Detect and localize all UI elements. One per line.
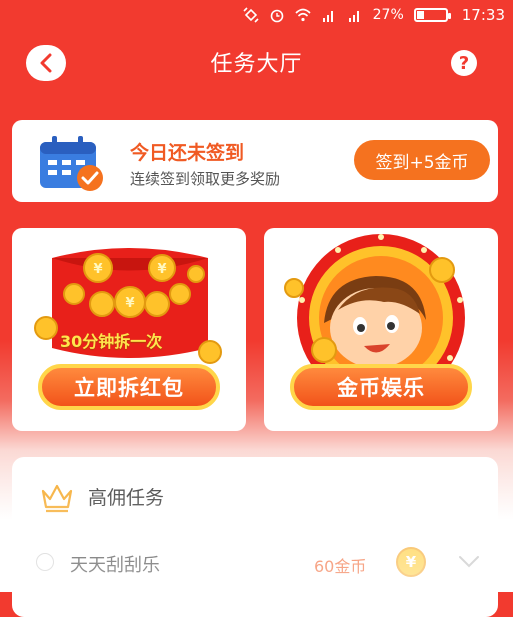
rotate-icon xyxy=(243,7,259,23)
open-red-envelope-button[interactable]: 立即拆红包 xyxy=(38,364,220,410)
svg-text:¥: ¥ xyxy=(93,262,102,277)
task-radio[interactable] xyxy=(36,553,54,571)
app-header: 任务大厅 ? xyxy=(0,30,513,94)
section-title: 高佣任务 xyxy=(88,487,165,509)
signal-icon xyxy=(322,11,333,22)
battery-icon xyxy=(413,8,451,22)
help-button[interactable]: ? xyxy=(451,50,477,76)
chevron-down-icon[interactable] xyxy=(458,555,480,569)
task-row[interactable]: 天天刮刮乐 60金币 ¥ xyxy=(12,543,498,583)
signin-subtitle: 连续签到领取更多奖励 xyxy=(130,170,281,188)
signal-icon xyxy=(348,11,359,22)
clock: 17:33 xyxy=(461,6,505,24)
svg-text:¥: ¥ xyxy=(125,296,134,311)
svg-text:¥: ¥ xyxy=(157,262,166,277)
red-envelope-caption: 30分钟拆一次 xyxy=(60,332,163,351)
crown-icon xyxy=(41,484,73,513)
coin-entertainment-button[interactable]: 金币娱乐 xyxy=(290,364,472,410)
alarm-icon xyxy=(270,9,283,23)
task-name: 天天刮刮乐 xyxy=(70,555,160,576)
signin-card: 今日还未签到 连续签到领取更多奖励 签到+5金币 xyxy=(12,120,498,202)
signin-button[interactable]: 签到+5金币 xyxy=(354,140,490,180)
battery-percent: 27% xyxy=(372,7,404,23)
task-reward: 60金币 xyxy=(314,557,367,576)
signin-title: 今日还未签到 xyxy=(130,142,245,164)
red-envelope-card[interactable]: ¥ ¥ ¥ 30分钟拆一次 立即拆红包 xyxy=(12,228,246,431)
task-list-card: 高佣任务 天天刮刮乐 60金币 ¥ xyxy=(12,457,498,617)
status-bar: 27% 17:33 xyxy=(0,0,513,30)
coin-entertainment-card[interactable]: 金币娱乐 xyxy=(264,228,498,431)
coin-icon: ¥ xyxy=(396,547,426,577)
wifi-icon xyxy=(295,8,311,22)
page-title: 任务大厅 xyxy=(210,52,303,77)
calendar-icon xyxy=(40,136,103,191)
